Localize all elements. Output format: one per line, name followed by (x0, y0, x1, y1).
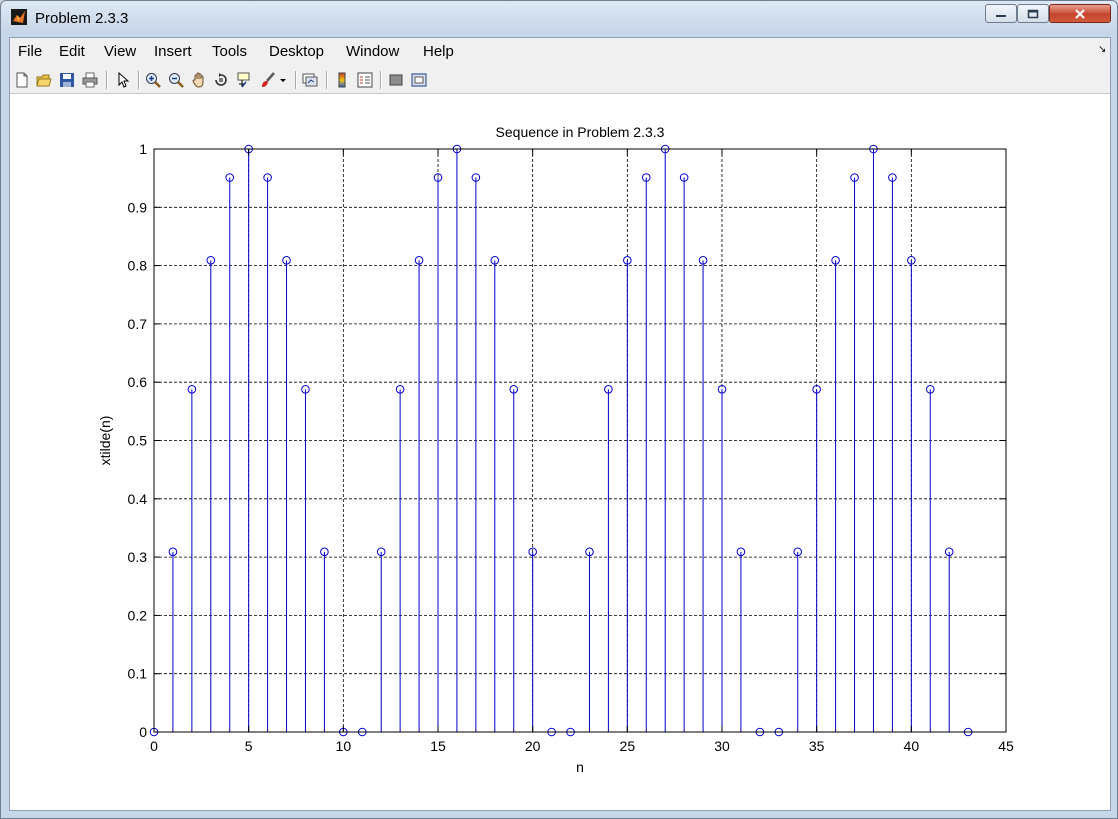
open-file-button[interactable] (34, 70, 54, 90)
figure-canvas: 0 5 10 15 20 25 30 35 40 45 0 0.1 0.2 0.3 0.4 0.5 0.6 0.7… (10, 94, 1110, 810)
y-tick-label: 0.9 (128, 199, 148, 215)
brush-icon (262, 72, 275, 87)
minimize-button[interactable] (985, 4, 1017, 23)
minimize-icon (996, 14, 1006, 17)
link-plot-button[interactable] (300, 70, 320, 90)
zoom-out-icon (169, 73, 184, 88)
x-tick-label: 35 (809, 738, 825, 754)
y-tick-label: 0 (139, 724, 147, 740)
x-tick-label: 30 (714, 738, 730, 754)
maximize-icon (1027, 9, 1039, 18)
edit-plot-button[interactable] (113, 70, 133, 90)
y-tick-label: 0.1 (128, 666, 148, 682)
figure-toolbar (10, 66, 1110, 94)
open-file-icon (36, 74, 52, 87)
x-tick-label: 15 (430, 738, 446, 754)
y-tick-label: 0.3 (128, 549, 148, 565)
insert-legend-icon (357, 72, 373, 88)
y-tick-label: 0.5 (128, 433, 148, 449)
x-tick-label: 5 (245, 738, 253, 754)
print-button[interactable] (80, 70, 100, 90)
new-figure-button[interactable] (12, 70, 32, 90)
save-button[interactable] (57, 70, 77, 90)
x-tick-label: 40 (904, 738, 920, 754)
x-tick-label: 10 (336, 738, 352, 754)
pan-hand-icon (192, 72, 204, 88)
y-tick-label: 0.7 (128, 316, 148, 332)
link-plot-icon (302, 73, 318, 87)
brush-button[interactable] (258, 70, 278, 90)
figure-window: Problem 2.3.3 File Edit View Insert Tool… (0, 0, 1118, 819)
insert-legend-button[interactable] (355, 70, 375, 90)
y-axis-label: xtilde(n) (97, 416, 113, 466)
menu-desktop[interactable]: Desktop (269, 43, 324, 60)
x-axis-label: n (576, 759, 584, 775)
close-icon (1075, 8, 1085, 19)
insert-colorbar-icon (338, 72, 346, 88)
y-tick-label: 0.4 (128, 491, 148, 507)
menu-window[interactable]: Window (346, 43, 399, 60)
rotate-3d-button[interactable] (211, 70, 231, 90)
data-cursor-icon (237, 72, 250, 88)
x-tick-label: 45 (998, 738, 1014, 754)
menu-edit[interactable]: Edit (59, 43, 85, 60)
x-tick-label: 0 (150, 738, 158, 754)
show-plot-tools-button[interactable] (409, 70, 429, 90)
y-tick-label: 0.8 (128, 258, 148, 274)
brush-dropdown-button[interactable] (278, 70, 288, 90)
close-button[interactable] (1049, 4, 1111, 23)
show-plot-tools-icon (411, 73, 427, 87)
window-title: Problem 2.3.3 (35, 10, 129, 27)
edit-plot-arrow-icon (118, 72, 130, 88)
new-figure-icon (16, 72, 28, 88)
x-tick-label: 25 (620, 738, 636, 754)
menu-insert[interactable]: Insert (154, 43, 192, 60)
zoom-in-icon (146, 73, 161, 88)
menu-dock-arrow-icon[interactable]: ↘ (1098, 44, 1106, 55)
y-tick-label: 1 (139, 141, 147, 157)
menu-file[interactable]: File (18, 43, 42, 60)
menu-help[interactable]: Help (423, 43, 454, 60)
y-tick-label: 0.2 (128, 607, 148, 623)
zoom-in-button[interactable] (143, 70, 163, 90)
zoom-out-button[interactable] (166, 70, 186, 90)
hide-plot-tools-button[interactable] (386, 70, 406, 90)
matlab-logo-icon (11, 9, 27, 25)
menu-bar: File Edit View Insert Tools Desktop Wind… (10, 38, 1110, 66)
insert-colorbar-button[interactable] (332, 70, 352, 90)
data-cursor-button[interactable] (234, 70, 254, 90)
menu-tools[interactable]: Tools (212, 43, 247, 60)
save-icon (60, 73, 74, 87)
menu-view[interactable]: View (104, 43, 136, 60)
maximize-button[interactable] (1017, 4, 1049, 23)
print-icon (82, 72, 98, 88)
stem-plot: 0 5 10 15 20 25 30 35 40 45 0 0.1 0.2 0.3 0.4 0.5 0.6 0.7… (97, 124, 1014, 775)
chart-title: Sequence in Problem 2.3.3 (496, 124, 665, 140)
title-bar[interactable]: Problem 2.3.3 (1, 1, 1117, 35)
brush-dropdown-icon (280, 79, 286, 82)
figure-client-area: File Edit View Insert Tools Desktop Wind… (9, 37, 1111, 811)
x-tick-label: 20 (525, 738, 541, 754)
hide-plot-tools-icon (389, 74, 403, 86)
y-tick-label: 0.6 (128, 374, 148, 390)
pan-button[interactable] (189, 70, 209, 90)
rotate-3d-icon (215, 73, 227, 86)
